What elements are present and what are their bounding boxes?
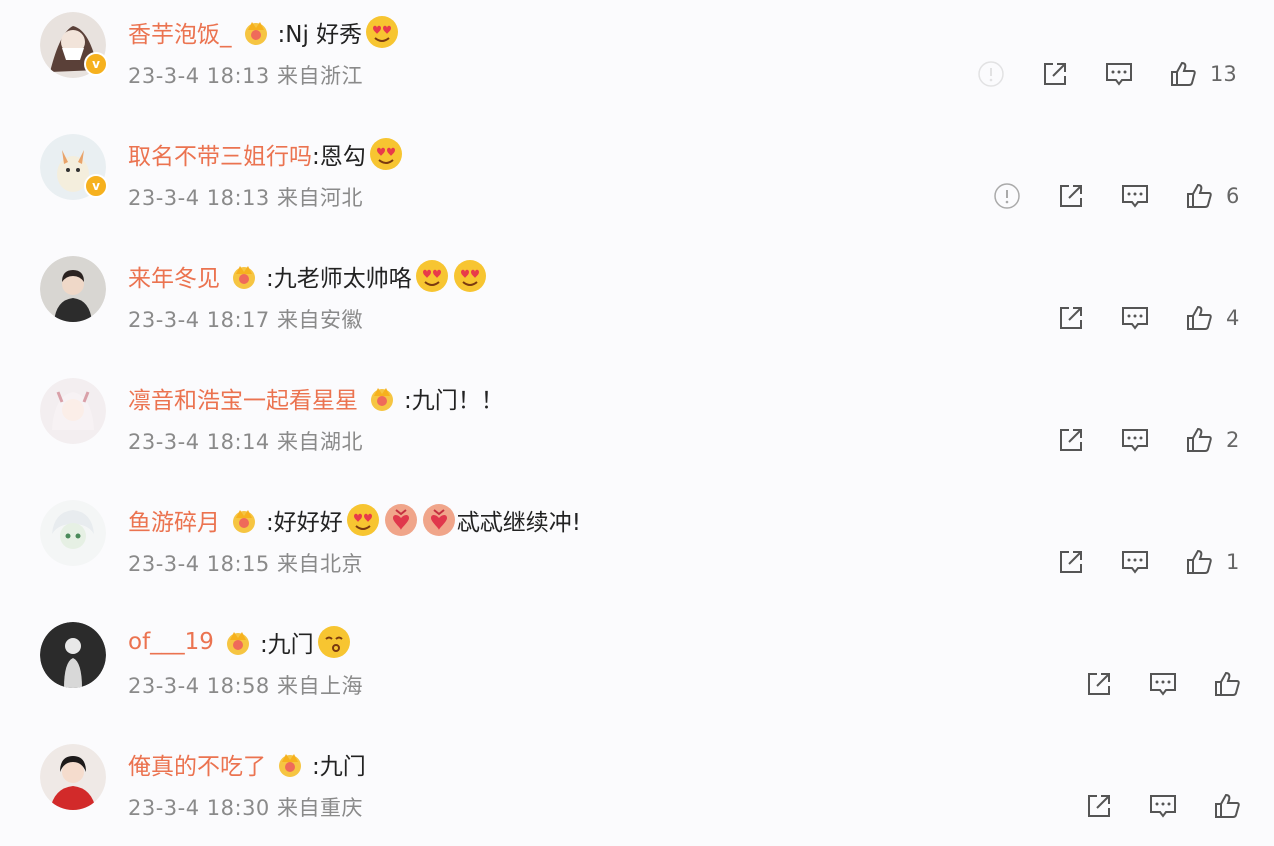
comment-item: 来年冬见 :九老师太帅咯 23-3-4 18:17 来自安徽 4: [0, 244, 1274, 366]
avatar-image: [40, 500, 106, 566]
comment-time: 23-3-4 18:30: [128, 796, 270, 820]
heart-eyes-emoji-icon: [453, 260, 486, 292]
kiss-face-emoji-icon: [317, 626, 350, 658]
like-icon[interactable]: [1184, 547, 1214, 577]
comment-location: 来自河北: [276, 186, 363, 210]
report-icon[interactable]: [992, 181, 1022, 211]
comment-location: 来自上海: [276, 674, 363, 698]
crown-badge-icon: [279, 754, 301, 777]
like-count: 4: [1226, 306, 1240, 330]
heart-eyes-emoji-icon: [346, 504, 379, 536]
crown-badge-icon: [233, 510, 255, 533]
username[interactable]: 凛音和浩宝一起看星星: [128, 381, 358, 415]
share-icon[interactable]: [1056, 547, 1086, 577]
comment-time: 23-3-4 18:58: [128, 674, 270, 698]
share-icon[interactable]: [1056, 181, 1086, 211]
username[interactable]: 取名不带三姐行吗: [128, 137, 312, 171]
comment-time: 23-3-4 18:15: [128, 552, 270, 576]
username[interactable]: 俺真的不吃了: [128, 747, 266, 781]
comment-time: 23-3-4 18:13: [128, 64, 270, 88]
avatar-image: [40, 378, 106, 444]
like-icon[interactable]: [1184, 425, 1214, 455]
verified-badge-icon: v: [84, 174, 108, 198]
like-icon[interactable]: [1168, 59, 1198, 89]
comment-time: 23-3-4 18:17: [128, 308, 270, 332]
comment-list: v 香芋泡饭_ :Nj 好秀 23-3-4 18:13 来自浙江 13 v 取名…: [0, 0, 1274, 846]
gift-heart-emoji-icon: [422, 504, 455, 536]
comment-reply-icon[interactable]: [1148, 791, 1178, 821]
comment-location: 来自安徽: [276, 308, 363, 332]
comment-location: 来自北京: [276, 552, 363, 576]
comment-item: v 取名不带三姐行吗 :恩勾 23-3-4 18:13 来自河北 6: [0, 122, 1274, 244]
crown-badge-icon: [244, 22, 267, 45]
comment-item: 俺真的不吃了 :九门 23-3-4 18:30 来自重庆: [0, 732, 1274, 846]
avatar[interactable]: v: [40, 12, 108, 78]
share-icon[interactable]: [1084, 791, 1114, 821]
comment-text: :Nj 好秀: [277, 22, 363, 48]
comment-location: 来自湖北: [276, 430, 363, 454]
comment-text: :九门: [259, 632, 314, 658]
avatar[interactable]: [40, 744, 106, 810]
like-icon[interactable]: [1212, 669, 1242, 699]
gift-heart-emoji-icon: [384, 504, 417, 536]
like-count: 6: [1226, 184, 1240, 208]
comment-text: :九门！！: [404, 388, 504, 414]
heart-eyes-emoji-icon: [366, 16, 399, 48]
like-count: 1: [1226, 550, 1240, 574]
username[interactable]: 来年冬见: [128, 259, 220, 293]
comment-reply-icon[interactable]: [1120, 181, 1150, 211]
comment-reply-icon[interactable]: [1148, 669, 1178, 699]
comment-item: 鱼游碎月 :好好好 忒忒继续冲! 23-3-4 18:15 来自北京 1: [0, 488, 1274, 610]
avatar[interactable]: [40, 500, 106, 566]
share-icon[interactable]: [1056, 425, 1086, 455]
avatar-image: [40, 744, 106, 810]
comment-reply-icon[interactable]: [1104, 59, 1134, 89]
comment-time: 23-3-4 18:14: [128, 430, 270, 454]
username[interactable]: 鱼游碎月: [128, 503, 220, 537]
avatar[interactable]: [40, 622, 106, 688]
comment-item: 凛音和浩宝一起看星星 :九门！！ 23-3-4 18:14 来自湖北 2: [0, 366, 1274, 488]
avatar[interactable]: [40, 256, 106, 322]
avatar[interactable]: [40, 378, 106, 444]
avatar-image: [40, 622, 106, 688]
crown-badge-icon: [233, 266, 255, 289]
report-icon[interactable]: [976, 59, 1006, 89]
crown-badge-icon: [371, 388, 393, 411]
avatar-image: [40, 256, 106, 322]
comment-item: v 香芋泡饭_ :Nj 好秀 23-3-4 18:13 来自浙江 13: [0, 0, 1274, 122]
comment-item: of___19 :九门 23-3-4 18:58 来自上海: [0, 610, 1274, 732]
share-icon[interactable]: [1040, 59, 1070, 89]
heart-eyes-emoji-icon: [415, 260, 448, 292]
like-icon[interactable]: [1212, 791, 1242, 821]
heart-eyes-emoji-icon: [369, 138, 402, 170]
comment-time: 23-3-4 18:13: [128, 186, 270, 210]
comment-text: :九老师太帅咯: [266, 266, 412, 292]
comment-reply-icon[interactable]: [1120, 303, 1150, 333]
comment-reply-icon[interactable]: [1120, 547, 1150, 577]
like-count: 2: [1226, 428, 1240, 452]
like-count: 13: [1210, 62, 1237, 86]
verified-badge-icon: v: [84, 52, 108, 76]
like-icon[interactable]: [1184, 181, 1214, 211]
username[interactable]: 香芋泡饭_: [128, 15, 232, 49]
crown-badge-icon: [226, 632, 249, 655]
comment-text: :好好好: [266, 510, 343, 536]
comment-location: 来自浙江: [276, 64, 363, 88]
comment-text-continued: 忒忒继续冲!: [456, 510, 581, 536]
username[interactable]: of___19: [128, 629, 214, 655]
share-icon[interactable]: [1056, 303, 1086, 333]
comment-location: 来自重庆: [276, 796, 363, 820]
avatar[interactable]: v: [40, 134, 108, 200]
share-icon[interactable]: [1084, 669, 1114, 699]
comment-text: :恩勾: [312, 144, 366, 170]
comment-reply-icon[interactable]: [1120, 425, 1150, 455]
comment-text: :九门: [312, 754, 366, 780]
like-icon[interactable]: [1184, 303, 1214, 333]
